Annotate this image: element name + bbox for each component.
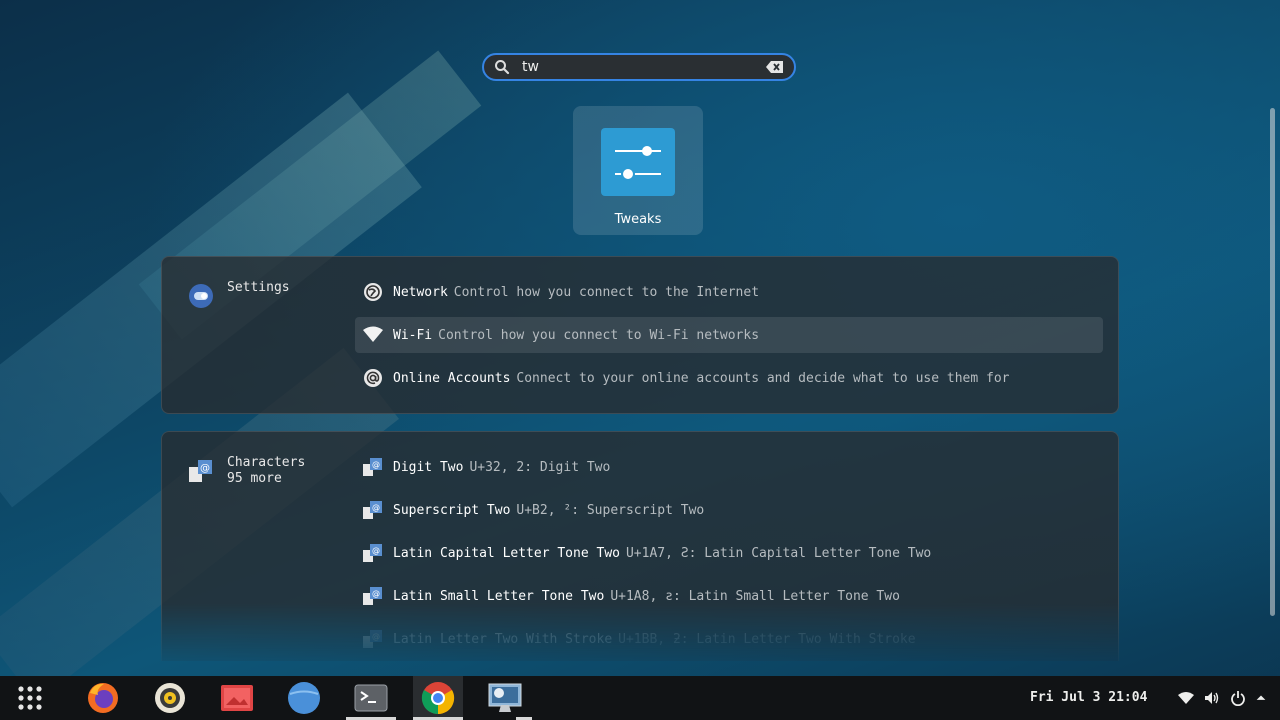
result-description: U+1A7, Ƨ: Latin Capital Letter Tone Two xyxy=(625,545,932,561)
results-scrollbar[interactable] xyxy=(1270,108,1275,616)
provider-name: Characters xyxy=(227,455,306,470)
app-result-tweaks[interactable]: Tweaks xyxy=(573,106,703,235)
characters-app-icon: @ xyxy=(189,460,212,482)
result-description: Connect to your online accounts and deci… xyxy=(516,370,1010,386)
launcher-rhythmbox[interactable] xyxy=(145,676,195,720)
result-title: Superscript Two xyxy=(393,502,511,518)
search-icon xyxy=(495,60,510,75)
result-title: Wi-Fi xyxy=(393,327,433,343)
clock[interactable]: Fri Jul 3 21:04 xyxy=(1030,676,1147,720)
characters-results-panel: @ Characters 95 more @ Digit Two U+32, 2… xyxy=(161,431,1119,661)
characters-icon: @ xyxy=(363,501,382,519)
result-network[interactable]: Network Control how you connect to the I… xyxy=(355,274,1103,310)
terminal-icon xyxy=(354,684,388,712)
system-monitor-icon xyxy=(488,683,522,712)
result-wifi[interactable]: Wi-Fi Control how you connect to Wi-Fi n… xyxy=(355,317,1103,353)
result-title: Latin Capital Letter Tone Two xyxy=(393,545,620,561)
power-icon xyxy=(1231,691,1245,706)
settings-results-panel: Settings Network Control how you connect… xyxy=(161,256,1119,414)
tweaks-icon xyxy=(601,128,675,196)
svg-text:@: @ xyxy=(372,589,380,598)
svg-text:@: @ xyxy=(372,460,380,469)
image-viewer-icon xyxy=(221,685,253,711)
launcher-firefox[interactable] xyxy=(78,676,128,720)
search-input[interactable] xyxy=(520,58,766,76)
wifi-icon xyxy=(363,326,383,342)
settings-provider[interactable]: Settings xyxy=(188,280,290,309)
svg-text:@: @ xyxy=(200,463,210,474)
launcher-image-viewer[interactable] xyxy=(212,676,262,720)
launcher-chrome[interactable] xyxy=(413,676,463,720)
result-description: U+B2, ²: Superscript Two xyxy=(516,502,705,518)
result-online-accounts[interactable]: Online Accounts Connect to your online a… xyxy=(355,360,1103,396)
launcher-system-monitor[interactable] xyxy=(480,676,532,720)
result-character[interactable]: @ Latin Small Letter Tone Two U+1A8, ƨ: … xyxy=(355,578,1103,614)
svg-text:@: @ xyxy=(372,632,380,641)
settings-app-icon xyxy=(189,284,213,308)
svg-text:@: @ xyxy=(372,546,380,555)
chrome-icon xyxy=(421,682,455,715)
result-character[interactable]: @ Latin Letter Two With Stroke U+1BB, ƻ:… xyxy=(355,621,1103,657)
at-sign-icon xyxy=(364,369,382,387)
result-description: U+1A8, ƨ: Latin Small Letter Tone Two xyxy=(610,588,900,604)
app-result-label: Tweaks xyxy=(614,212,662,227)
result-description: Control how you connect to Wi-Fi network… xyxy=(438,327,760,343)
network-globe-icon xyxy=(364,283,382,301)
volume-icon xyxy=(1205,692,1219,704)
characters-icon: @ xyxy=(363,458,382,476)
firefox-icon xyxy=(88,683,118,713)
result-title: Network xyxy=(393,284,448,300)
result-description: U+1BB, ƻ: Latin Letter Two With Stroke xyxy=(618,631,916,647)
system-tray[interactable] xyxy=(1178,676,1266,720)
app-grid-button[interactable] xyxy=(5,676,55,720)
clear-search-icon[interactable] xyxy=(766,60,784,74)
wifi-status-icon xyxy=(1178,692,1194,704)
result-character[interactable]: @ Latin Capital Letter Tone Two U+1A7, Ƨ… xyxy=(355,535,1103,571)
launcher-terminal[interactable] xyxy=(346,676,396,720)
characters-icon: @ xyxy=(363,544,382,562)
provider-more-count: 95 more xyxy=(227,471,282,486)
provider-name: Settings xyxy=(227,280,290,295)
characters-icon: @ xyxy=(363,630,382,648)
launcher-files[interactable] xyxy=(279,676,329,720)
svg-text:@: @ xyxy=(372,503,380,512)
files-icon xyxy=(288,682,320,714)
result-character[interactable]: @ Digit Two U+32, 2: Digit Two xyxy=(355,449,1103,485)
result-title: Latin Letter Two With Stroke xyxy=(393,631,613,647)
search-entry[interactable] xyxy=(482,53,796,81)
result-character[interactable]: @ Superscript Two U+B2, ²: Superscript T… xyxy=(355,492,1103,528)
result-title: Online Accounts xyxy=(393,370,511,386)
result-title: Latin Small Letter Tone Two xyxy=(393,588,605,604)
app-grid-icon xyxy=(18,686,42,710)
chevron-up-icon xyxy=(1256,695,1266,700)
result-title: Digit Two xyxy=(393,459,464,475)
result-description: Control how you connect to the Internet xyxy=(453,284,760,300)
characters-icon: @ xyxy=(363,587,382,605)
characters-provider[interactable]: @ Characters 95 more xyxy=(188,455,306,487)
rhythmbox-icon xyxy=(155,683,185,713)
result-description: U+32, 2: Digit Two xyxy=(469,459,611,475)
